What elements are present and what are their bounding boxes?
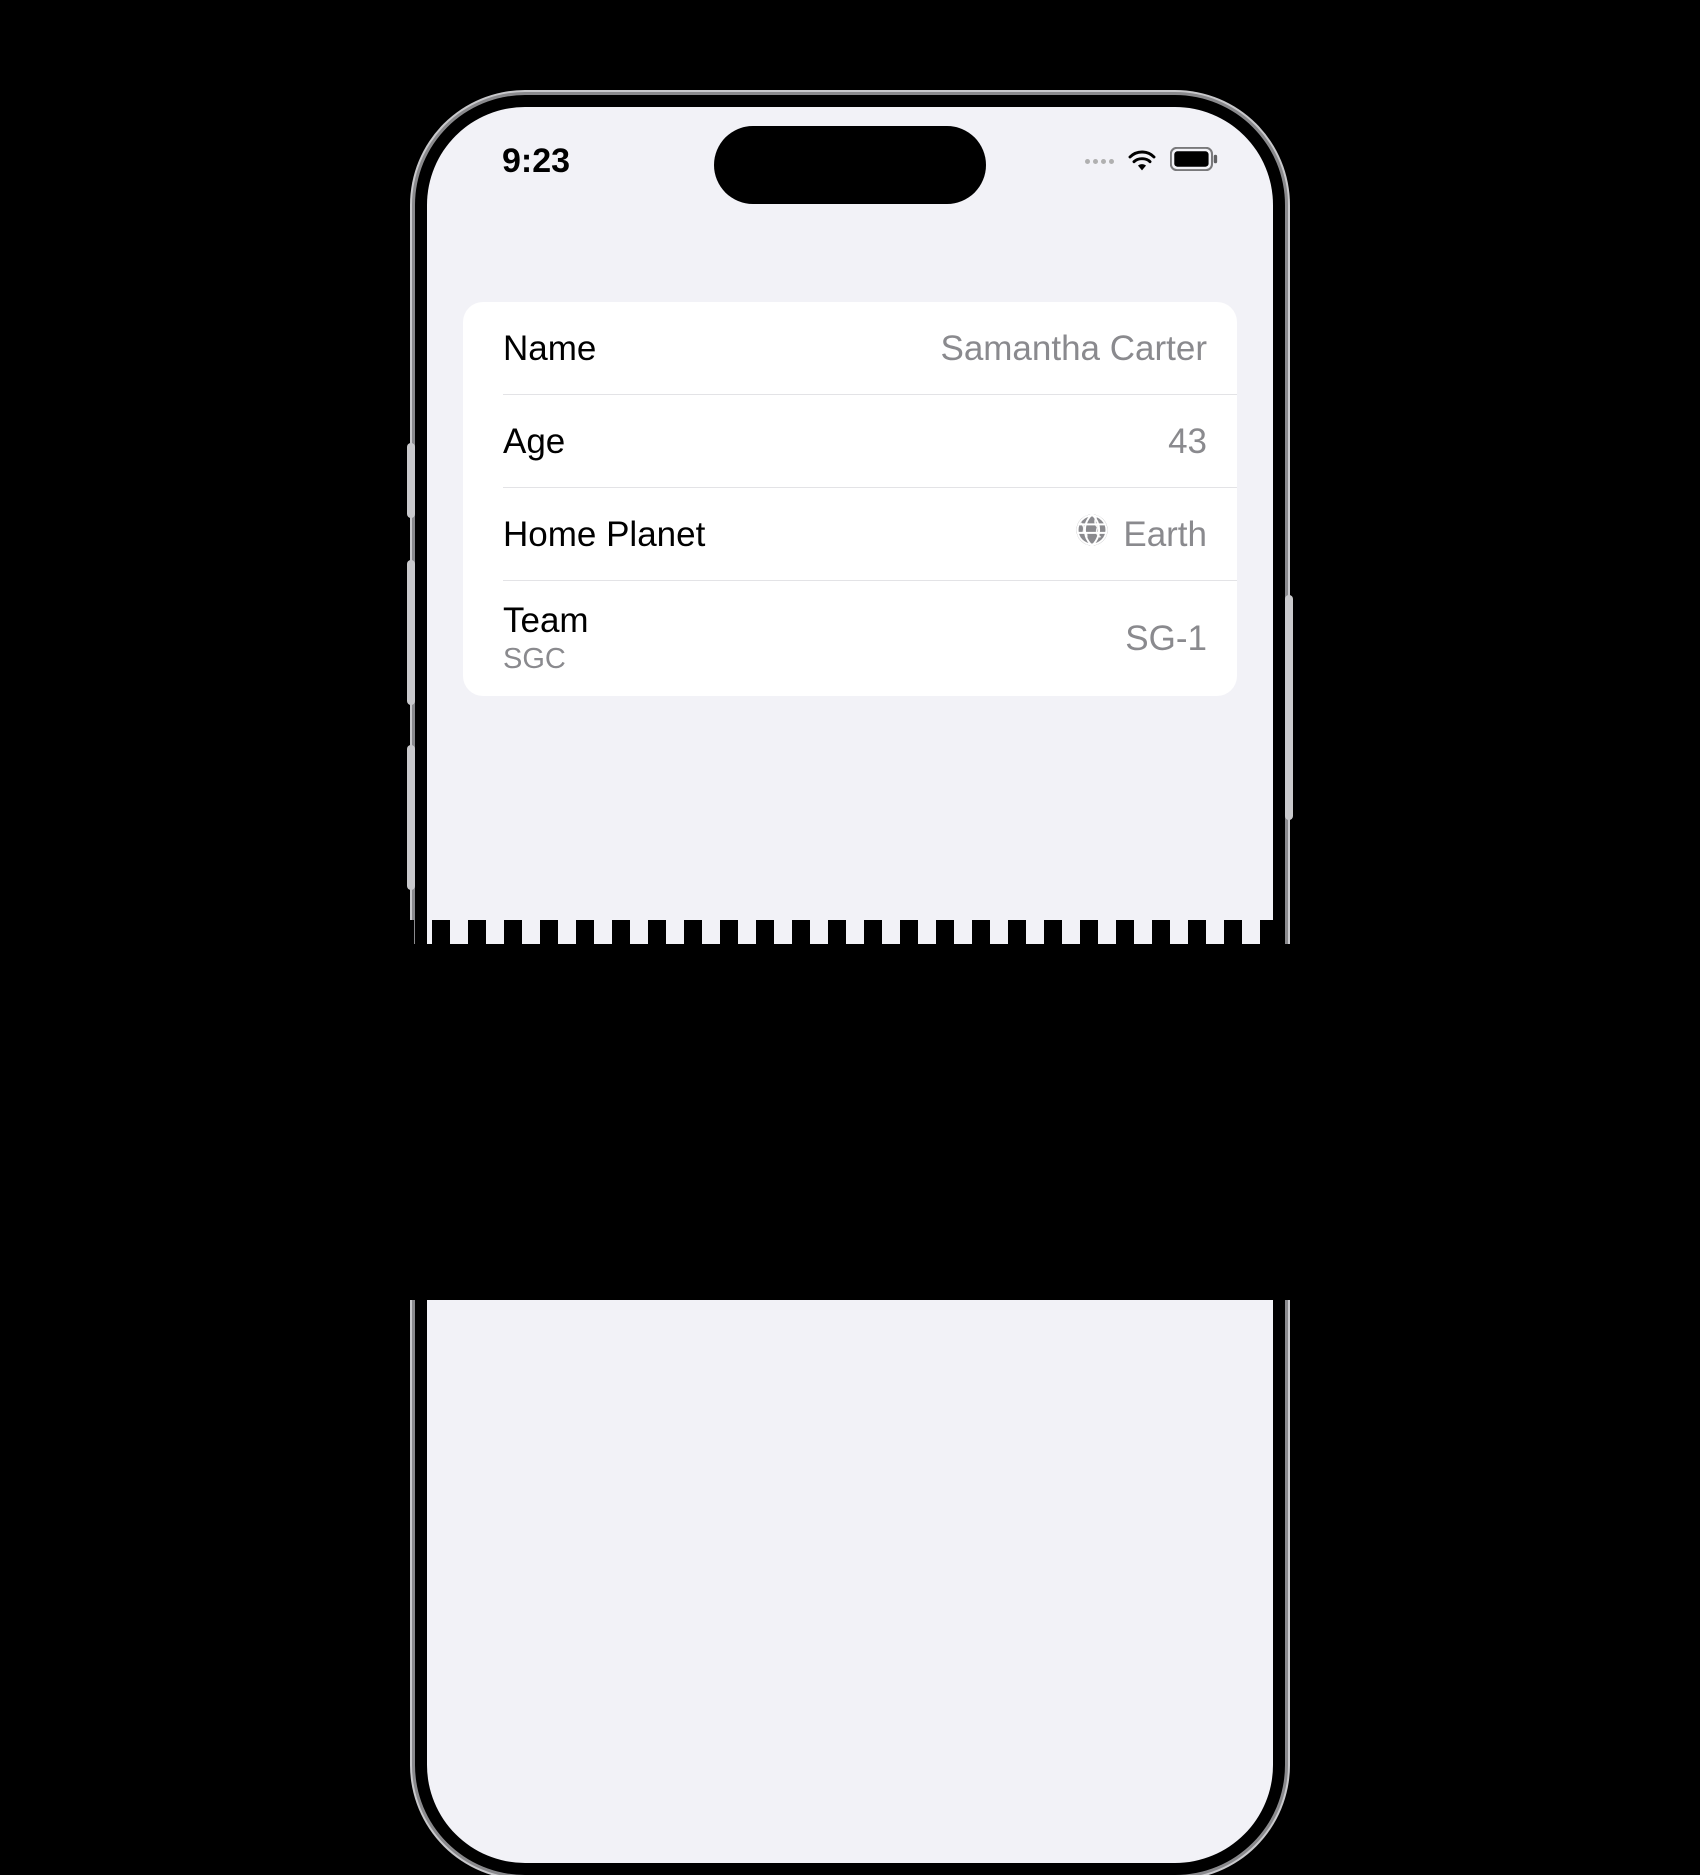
- row-age[interactable]: Age 43: [463, 395, 1237, 488]
- row-name[interactable]: Name Samantha Carter: [463, 302, 1237, 395]
- row-home-planet[interactable]: Home Planet Earth: [463, 488, 1237, 581]
- row-title: Name: [503, 329, 596, 369]
- row-value: Earth: [1075, 513, 1207, 556]
- bottom-crop: [0, 920, 1700, 1300]
- volume-down-button: [407, 745, 415, 890]
- globe-icon: [1075, 513, 1109, 556]
- volume-up-button: [407, 560, 415, 705]
- row-title: Home Planet: [503, 515, 705, 555]
- row-value: SG-1: [1125, 619, 1207, 659]
- cellular-icon: [1085, 159, 1114, 164]
- dynamic-island: [714, 126, 986, 204]
- wifi-icon: [1126, 147, 1158, 176]
- status-icons: [1085, 147, 1218, 176]
- battery-icon: [1170, 147, 1218, 176]
- row-team[interactable]: Team SGC SG-1: [463, 581, 1237, 696]
- power-button: [1285, 595, 1293, 820]
- silence-switch: [407, 443, 415, 518]
- settings-group: Name Samantha Carter Age 43 Home Planet: [463, 302, 1237, 696]
- row-subtitle: SGC: [503, 643, 589, 676]
- row-value-text: Earth: [1123, 515, 1207, 555]
- status-time: 9:23: [502, 142, 570, 181]
- row-value: 43: [1168, 422, 1207, 462]
- row-title: Age: [503, 422, 565, 462]
- row-value: Samantha Carter: [940, 329, 1207, 369]
- row-title: Team: [503, 601, 589, 641]
